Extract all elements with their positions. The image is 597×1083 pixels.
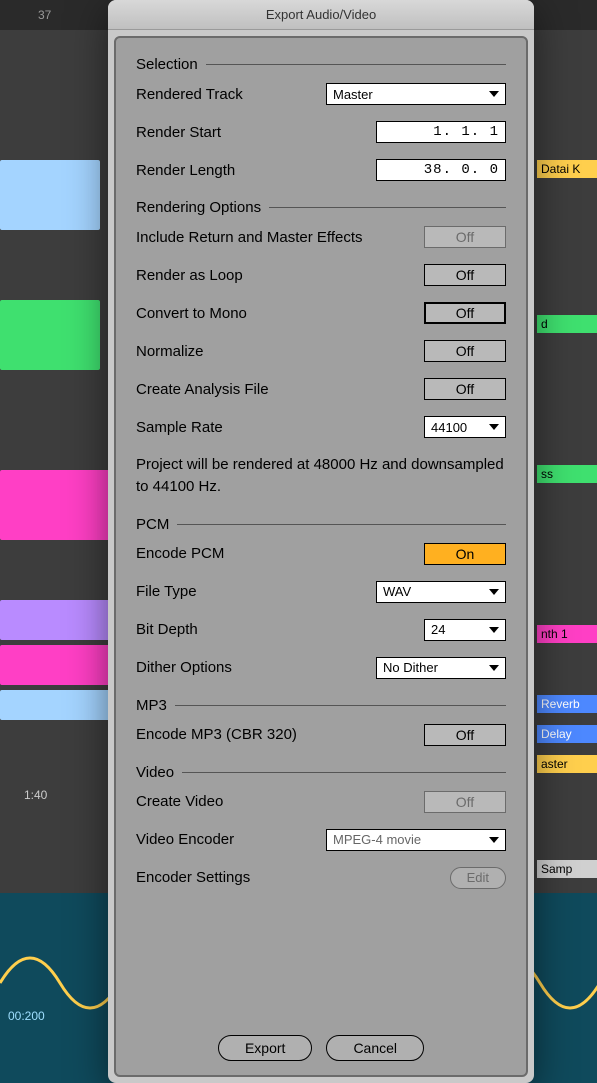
file-type-label: File Type <box>136 583 197 600</box>
dither-value: No Dither <box>383 660 438 675</box>
render-loop-label: Render as Loop <box>136 267 243 284</box>
dialog-title: Export Audio/Video <box>108 0 534 30</box>
convert-mono-label: Convert to Mono <box>136 305 247 322</box>
create-video-toggle[interactable]: Off <box>424 791 506 813</box>
normalize-toggle[interactable]: Off <box>424 340 506 362</box>
track-label: nth 1 <box>537 625 597 643</box>
normalize-label: Normalize <box>136 343 204 360</box>
section-video-label: Video <box>136 764 174 781</box>
video-encoder-dropdown[interactable]: MPEG-4 movie <box>326 829 506 851</box>
chevron-down-icon <box>489 589 499 595</box>
dither-dropdown[interactable]: No Dither <box>376 657 506 679</box>
render-length-label: Render Length <box>136 162 235 179</box>
include-return-label: Include Return and Master Effects <box>136 229 363 246</box>
render-start-label: Render Start <box>136 124 221 141</box>
include-return-toggle[interactable]: Off <box>424 226 506 248</box>
chevron-down-icon <box>489 837 499 843</box>
export-dialog: Export Audio/Video Selection Rendered Tr… <box>108 0 534 1083</box>
create-video-label: Create Video <box>136 793 223 810</box>
create-analysis-toggle[interactable]: Off <box>424 378 506 400</box>
file-type-dropdown[interactable]: WAV <box>376 581 506 603</box>
bit-depth-value: 24 <box>431 622 445 637</box>
section-mp3: MP3 <box>136 697 506 714</box>
encoder-settings-edit-button[interactable]: Edit <box>450 867 506 889</box>
track-label: Delay <box>537 725 597 743</box>
section-rendering: Rendering Options <box>136 199 506 216</box>
video-encoder-value: MPEG-4 movie <box>333 832 421 847</box>
render-start-field[interactable]: 1. 1. 1 <box>376 121 506 143</box>
sample-rate-note: Project will be rendered at 48000 Hz and… <box>136 454 506 498</box>
encoder-settings-label: Encoder Settings <box>136 869 250 886</box>
section-mp3-label: MP3 <box>136 697 167 714</box>
track-label: aster <box>537 755 597 773</box>
sample-rate-label: Sample Rate <box>136 419 223 436</box>
render-length-field[interactable]: 38. 0. 0 <box>376 159 506 181</box>
dither-label: Dither Options <box>136 659 232 676</box>
bit-depth-label: Bit Depth <box>136 621 198 638</box>
encode-mp3-label: Encode MP3 (CBR 320) <box>136 726 297 743</box>
rendered-track-label: Rendered Track <box>136 86 243 103</box>
convert-mono-toggle[interactable]: Off <box>424 302 506 324</box>
file-type-value: WAV <box>383 584 411 599</box>
cancel-button[interactable]: Cancel <box>326 1035 424 1061</box>
chevron-down-icon <box>489 665 499 671</box>
chevron-down-icon <box>489 424 499 430</box>
encode-pcm-label: Encode PCM <box>136 545 224 562</box>
section-pcm: PCM <box>136 516 506 533</box>
track-label: d <box>537 315 597 333</box>
sample-rate-value: 44100 <box>431 420 467 435</box>
track-label: ss <box>537 465 597 483</box>
section-rendering-label: Rendering Options <box>136 199 261 216</box>
section-video: Video <box>136 764 506 781</box>
track-label: Datai K <box>537 160 597 178</box>
create-analysis-label: Create Analysis File <box>136 381 269 398</box>
section-selection-label: Selection <box>136 56 198 73</box>
track-label: Samp <box>537 860 597 878</box>
bit-depth-dropdown[interactable]: 24 <box>424 619 506 641</box>
encode-pcm-toggle[interactable]: On <box>424 543 506 565</box>
encode-mp3-toggle[interactable]: Off <box>424 724 506 746</box>
video-encoder-label: Video Encoder <box>136 831 234 848</box>
section-pcm-label: PCM <box>136 516 169 533</box>
render-loop-toggle[interactable]: Off <box>424 264 506 286</box>
sample-rate-dropdown[interactable]: 44100 <box>424 416 506 438</box>
chevron-down-icon <box>489 91 499 97</box>
export-button[interactable]: Export <box>218 1035 312 1061</box>
chevron-down-icon <box>489 627 499 633</box>
rendered-track-value: Master <box>333 87 373 102</box>
section-selection: Selection <box>136 56 506 73</box>
rendered-track-dropdown[interactable]: Master <box>326 83 506 105</box>
track-label: Reverb <box>537 695 597 713</box>
timeline-timecode: 1:40 <box>24 788 47 802</box>
